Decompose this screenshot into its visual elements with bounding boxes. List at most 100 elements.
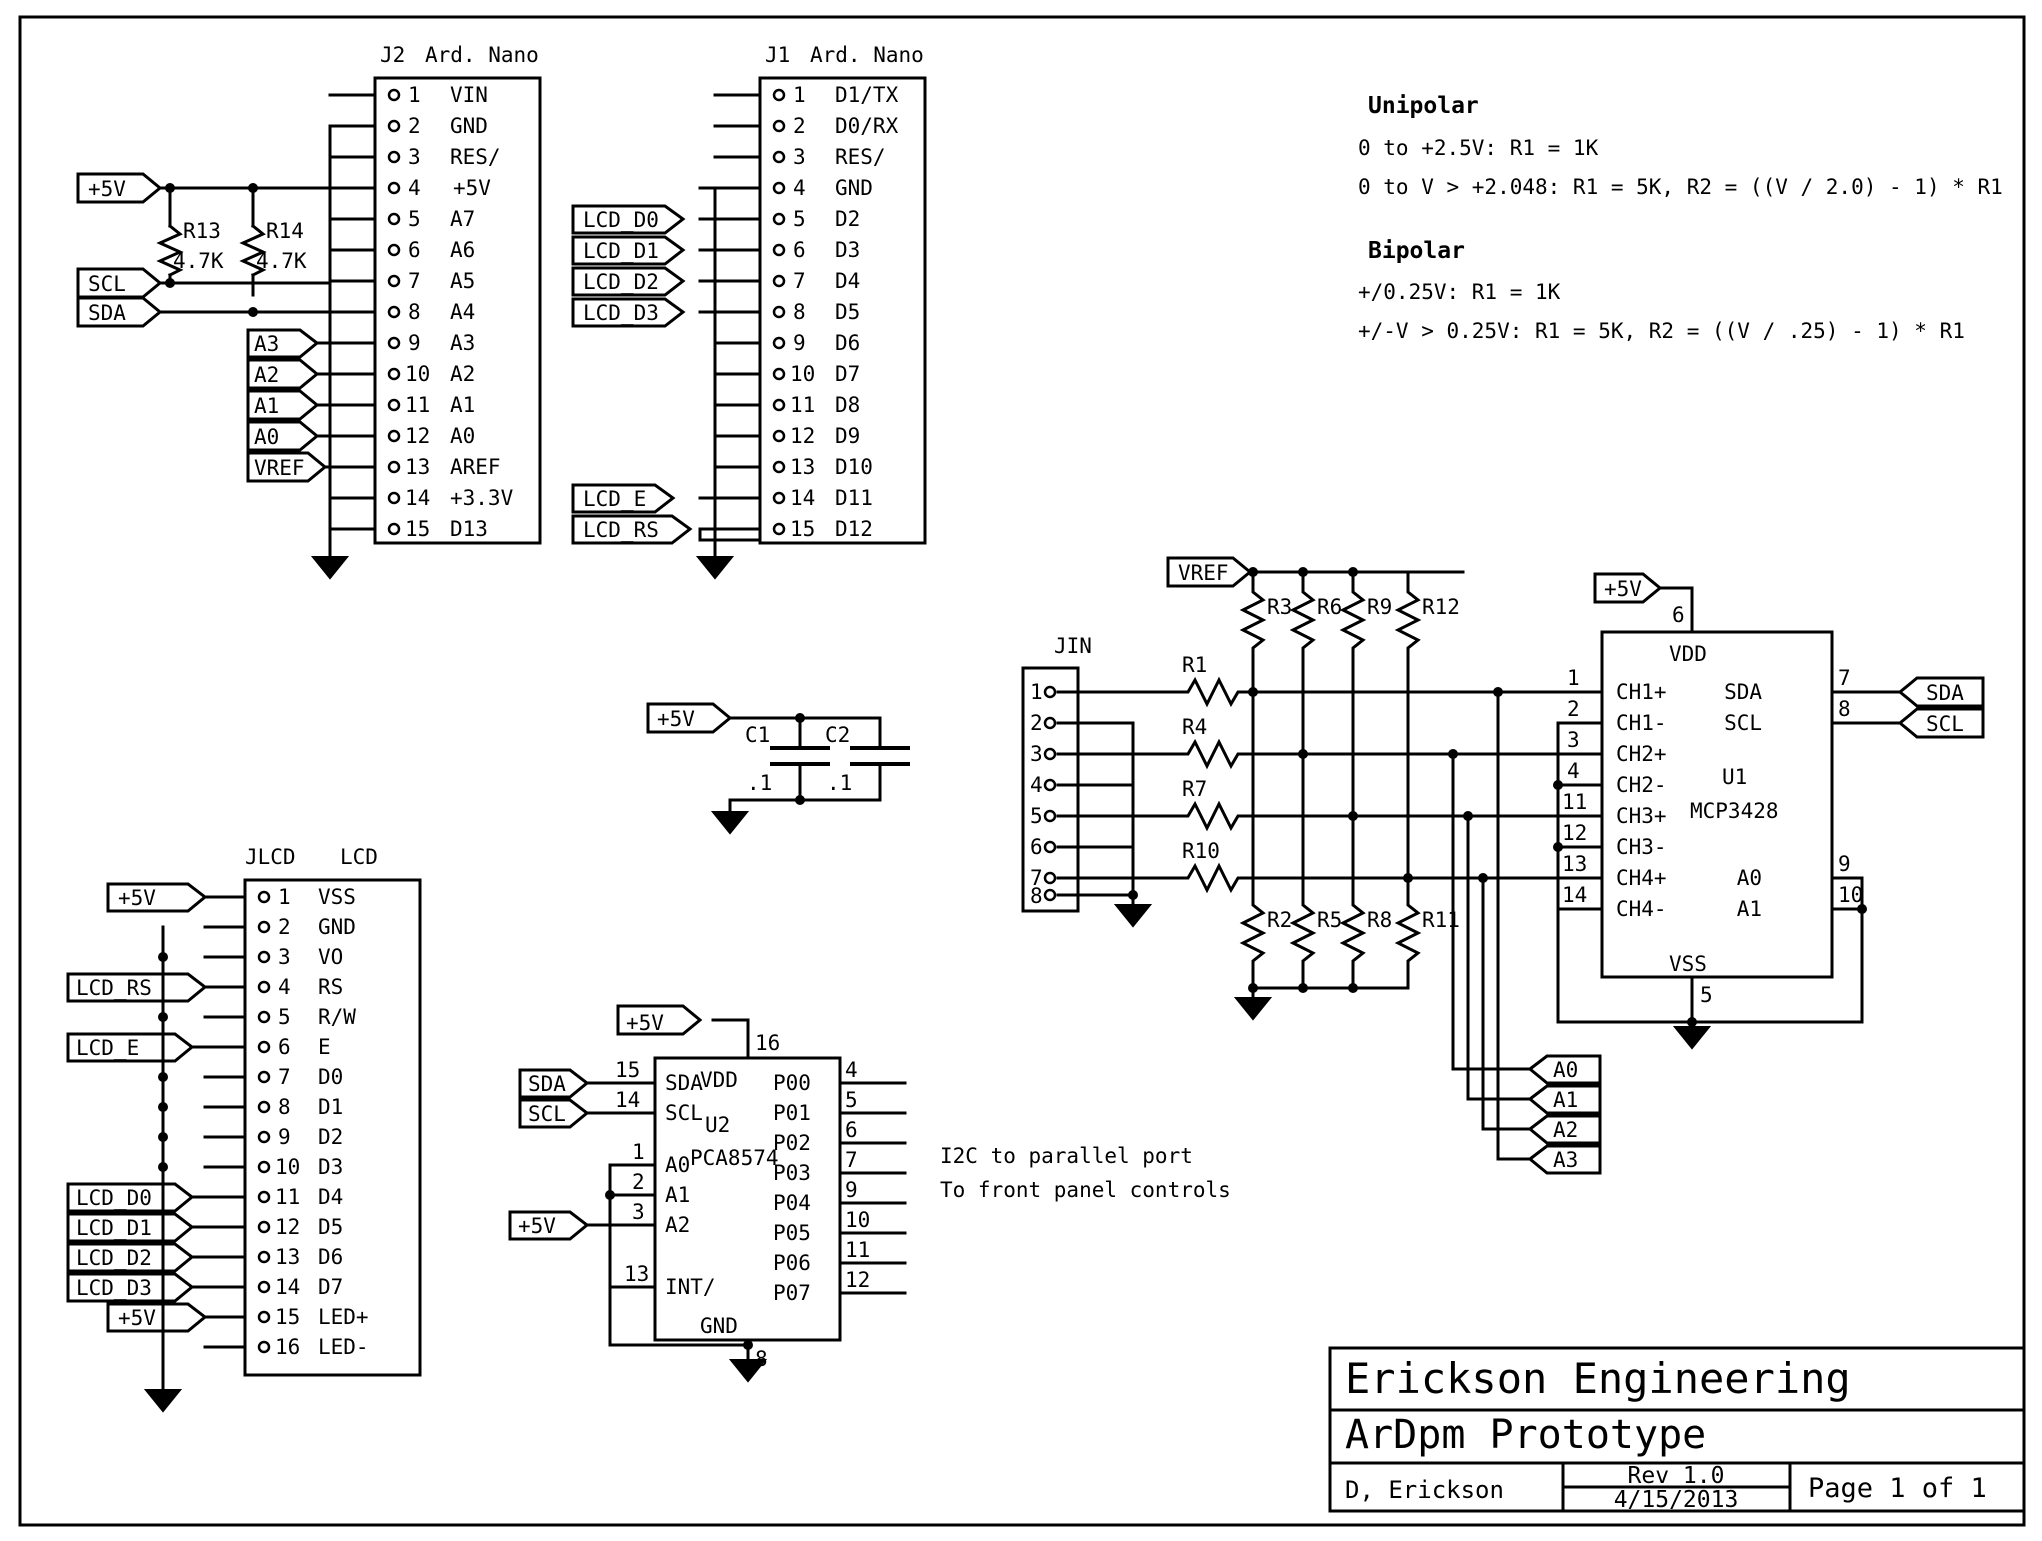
pin-label: D0 (318, 1065, 343, 1089)
connector-jlcd-subtitle: LCD (340, 845, 378, 869)
pin-label: D8 (835, 393, 860, 417)
pin-label: CH4- (1616, 897, 1667, 921)
note-i2c-line1: I2C to parallel port (940, 1144, 1193, 1168)
title-block-date: 4/15/2013 (1614, 1487, 1739, 1513)
pin-label: A0 (665, 1153, 690, 1177)
net-label-lcd-d3-j1: LCD_D3 (583, 301, 659, 325)
ground-symbol-j2 (310, 556, 350, 580)
pin-label: A6 (450, 238, 475, 262)
pin-label: P04 (773, 1191, 811, 1215)
net-label-vref-rail: VREF (1178, 561, 1229, 585)
pin-label: CH1+ (1616, 680, 1667, 704)
pin-label: A1 (450, 393, 475, 417)
net-label-5v-caps: +5V (657, 707, 695, 731)
connector-jlcd-title: JLCD (245, 845, 296, 869)
pin-label: R/W (318, 1005, 356, 1029)
note-unipolar-heading: Unipolar (1368, 93, 1479, 119)
jin-gnd-bus (1056, 721, 1135, 897)
net-label-scl-u2: SCL (528, 1102, 566, 1126)
pin-number: 10 (275, 1155, 300, 1179)
note-unipolar-line1: 0 to +2.5V: R1 = 1K (1358, 136, 1599, 160)
pin-number: 4 (1030, 773, 1043, 797)
pin-label: D13 (450, 517, 488, 541)
net-label-scl-j2: SCL (88, 272, 126, 296)
pin-label: D12 (835, 517, 873, 541)
net-label-lcd-d0-jlcd: LCD_D0 (76, 1186, 152, 1210)
net-label-lcd-d2-jlcd: LCD_D2 (76, 1246, 152, 1270)
pin-number: 5 (845, 1088, 858, 1112)
pin-label: A4 (450, 300, 475, 324)
u1-scl-pin-number: 8 (1838, 697, 1851, 721)
pin-number: 2 (632, 1170, 645, 1194)
u1-a0-pin-number: 9 (1838, 852, 1851, 876)
series-resistors (1176, 676, 1582, 894)
resistor-r12-ref: R12 (1422, 595, 1460, 619)
pin-number: 9 (278, 1125, 291, 1149)
pin-label: VIN (450, 83, 488, 107)
pin-number: 3 (793, 145, 806, 169)
title-block-author: D, Erickson (1345, 1476, 1504, 1504)
pin-label: P01 (773, 1101, 811, 1125)
pin-label: A1 (665, 1183, 690, 1207)
pin-number: 12 (845, 1268, 870, 1292)
u1-a1-label: A1 (1737, 897, 1762, 921)
pin-number: 14 (405, 486, 430, 510)
net-label-lcd-rs-j1: LCD_RS (583, 518, 659, 542)
net-label-a2-j2: A2 (254, 363, 279, 387)
pin-label: A2 (665, 1213, 690, 1237)
u2-left-leads (585, 1081, 657, 1289)
pin-number: 3 (632, 1200, 645, 1224)
resistor-r1-ref: R1 (1182, 653, 1207, 677)
pin-number: 10 (405, 362, 430, 386)
connector-jlcd-pins (203, 890, 271, 1354)
u1-a0-label: A0 (1737, 866, 1762, 890)
pin-label: D9 (835, 424, 860, 448)
pin-number: 1 (408, 83, 421, 107)
u1-vss-label: VSS (1669, 952, 1707, 976)
pin-number: 7 (793, 269, 806, 293)
pin-number: 7 (408, 269, 421, 293)
u1-vdd-label: VDD (1669, 642, 1707, 666)
net-label-lcd-d0-j1: LCD_D0 (583, 208, 659, 232)
net-label-a2-out: A2 (1553, 1118, 1578, 1142)
ground-symbol-u1 (1672, 1026, 1712, 1050)
connector-j1-title: J1 (765, 43, 790, 67)
pin-label: SDA (665, 1071, 703, 1095)
pin-number: 10 (845, 1208, 870, 1232)
pin-number: 2 (1030, 711, 1043, 735)
pin-number: 6 (278, 1035, 291, 1059)
pin-number: 8 (278, 1095, 291, 1119)
connector-j1-pins (698, 88, 786, 536)
ic-u2-part: PCA8574 (690, 1146, 779, 1170)
pin-label: D6 (835, 331, 860, 355)
pin-label: GND (835, 176, 873, 200)
net-label-5v-jlcd-led: +5V (118, 1306, 156, 1330)
pin-label: CH2- (1616, 773, 1667, 797)
pin-label: D2 (835, 207, 860, 231)
pin-label: GND (450, 114, 488, 138)
pin-number: 14 (615, 1088, 640, 1112)
pin-number: 8 (1030, 884, 1043, 908)
pin-label: D7 (835, 362, 860, 386)
pin-number: 12 (405, 424, 430, 448)
note-i2c-line2: To front panel controls (940, 1178, 1231, 1202)
pin-label: A0 (450, 424, 475, 448)
u2-left-pin-numbers: 15 14 1 2 3 13 (615, 1058, 649, 1286)
pin-number: 6 (408, 238, 421, 262)
u1-sda-pin-number: 7 (1838, 666, 1851, 690)
net-label-5v-u1: +5V (1604, 577, 1642, 601)
net-label-a3-j2: A3 (254, 332, 279, 356)
net-label-sda-u2: SDA (528, 1072, 566, 1096)
ic-u2-refdes: U2 (705, 1113, 730, 1137)
ground-symbol-dividers (1233, 997, 1273, 1021)
net-label-lcd-rs-jlcd: LCD_RS (76, 976, 152, 1000)
resistor-r10-ref: R10 (1182, 839, 1220, 863)
u1-left-pin-labels: CH1+ CH1- CH2+ CH2- CH3+ CH3- CH4+ CH4- (1616, 680, 1667, 921)
pin-number: 5 (408, 207, 421, 231)
pin-number: 4 (278, 975, 291, 999)
pin-label: CH3- (1616, 835, 1667, 859)
pin-label: D4 (835, 269, 860, 293)
pin-label: CH4+ (1616, 866, 1667, 890)
pin-number: 4 (845, 1058, 858, 1082)
net-label-lcd-d2-j1: LCD_D2 (583, 270, 659, 294)
